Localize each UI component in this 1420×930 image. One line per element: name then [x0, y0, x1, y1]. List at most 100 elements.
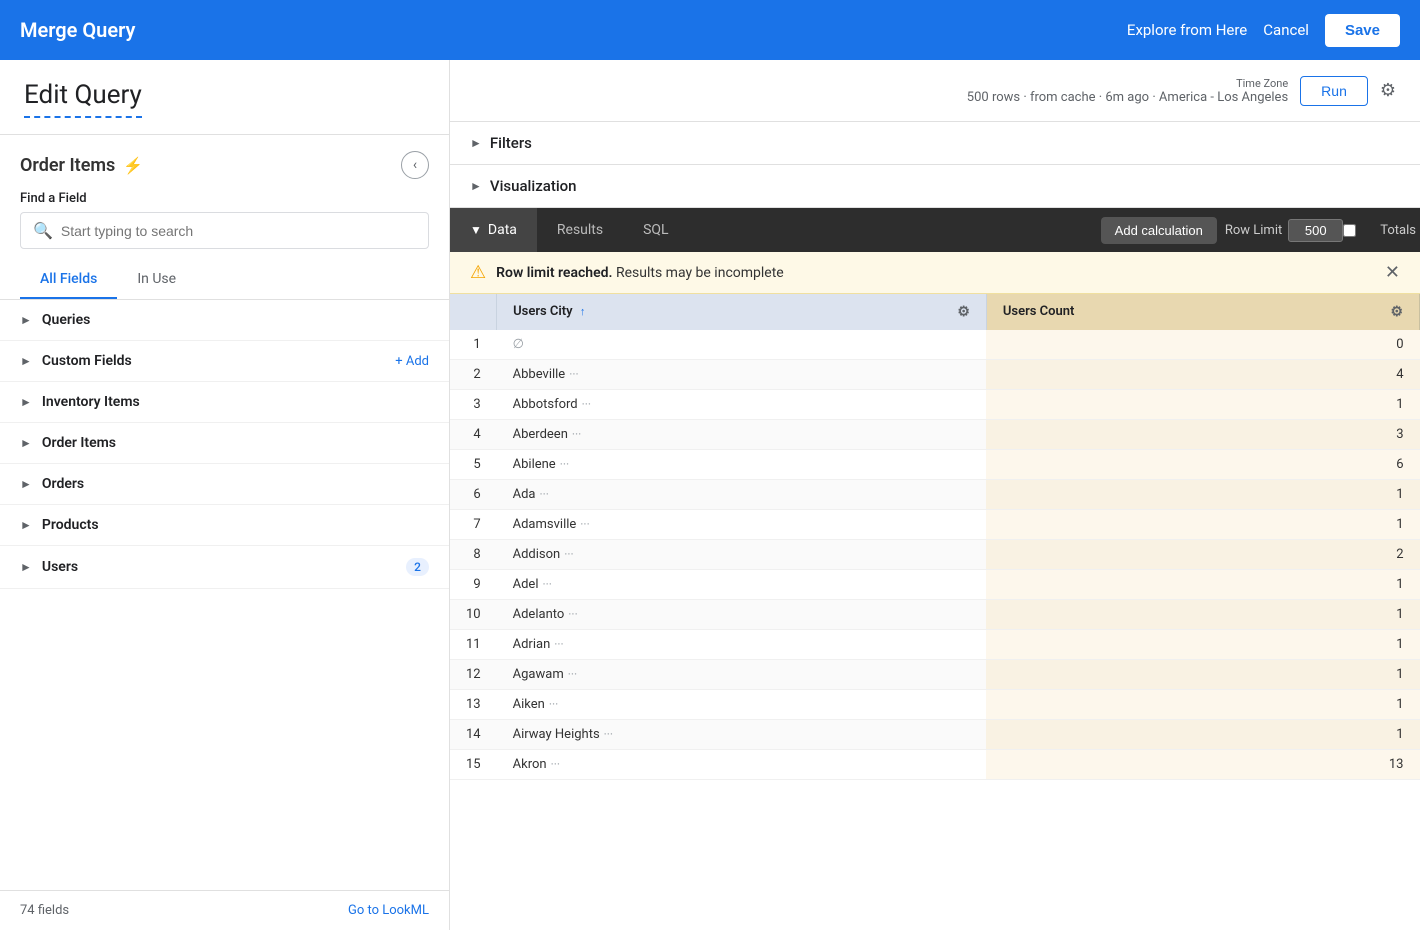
order-items-label: Order Items: [20, 155, 115, 176]
chevron-right-icon: ►: [470, 136, 482, 150]
tab-in-use[interactable]: In Use: [117, 261, 196, 299]
add-calculation-button[interactable]: Add calculation: [1101, 217, 1217, 244]
more-options-icon[interactable]: ···: [554, 637, 563, 651]
city-cell: ∅: [497, 330, 987, 360]
field-group-queries[interactable]: ► Queries: [0, 300, 449, 341]
tab-data[interactable]: ▼ Data: [450, 208, 537, 252]
explore-from-here-button[interactable]: Explore from Here: [1127, 21, 1247, 39]
row-number: 3: [450, 390, 497, 420]
back-button[interactable]: ‹: [401, 151, 429, 179]
flash-icon: ⚡: [123, 156, 143, 175]
warning-icon: ⚠: [470, 262, 486, 283]
more-options-icon[interactable]: ···: [560, 457, 569, 471]
group-name-inventory-items: Inventory Items: [42, 394, 140, 410]
city-cell: Akron···: [497, 750, 987, 780]
field-group-users[interactable]: ► Users 2: [0, 546, 449, 589]
run-button[interactable]: Run: [1300, 76, 1368, 106]
more-options-icon[interactable]: ···: [540, 487, 549, 501]
row-number: 13: [450, 690, 497, 720]
field-group-custom-fields[interactable]: ► Custom Fields + Add: [0, 341, 449, 382]
count-column-settings-icon[interactable]: ⚙: [1390, 304, 1403, 320]
tab-all-fields[interactable]: All Fields: [20, 261, 117, 299]
table-row: 5Abilene···6: [450, 450, 1420, 480]
more-options-icon[interactable]: ···: [569, 367, 578, 381]
count-cell: 2: [986, 540, 1419, 570]
table-row: 3Abbotsford···1: [450, 390, 1420, 420]
city-column-settings-icon[interactable]: ⚙: [957, 304, 970, 320]
warning-banner: ⚠ Row limit reached. Results may be inco…: [450, 252, 1420, 294]
warning-detail: Results may be incomplete: [616, 265, 784, 281]
search-input[interactable]: [61, 223, 416, 239]
row-number: 8: [450, 540, 497, 570]
search-box: 🔍: [20, 212, 429, 249]
count-cell: 1: [986, 570, 1419, 600]
count-column-header[interactable]: Users Count ⚙: [986, 294, 1419, 330]
field-group-inventory-items[interactable]: ► Inventory Items: [0, 382, 449, 423]
chevron-right-icon: ►: [20, 313, 32, 327]
more-options-icon[interactable]: ···: [543, 577, 552, 591]
table-row: 13Aiken···1: [450, 690, 1420, 720]
add-custom-field-link[interactable]: + Add: [395, 354, 429, 369]
more-options-icon[interactable]: ···: [568, 667, 577, 681]
field-group-orders[interactable]: ► Orders: [0, 464, 449, 505]
count-cell: 13: [986, 750, 1419, 780]
tab-results[interactable]: Results: [537, 208, 623, 252]
field-group-products[interactable]: ► Products: [0, 505, 449, 546]
more-options-icon[interactable]: ···: [568, 607, 577, 621]
city-cell: Adel···: [497, 570, 987, 600]
chevron-right-icon: ►: [470, 179, 482, 193]
go-lookml-link[interactable]: Go to LookML: [348, 903, 429, 918]
more-options-icon[interactable]: ···: [551, 757, 560, 771]
table-row: 10Adelanto···1: [450, 600, 1420, 630]
row-number: 10: [450, 600, 497, 630]
table-row: 6Ada···1: [450, 480, 1420, 510]
query-stats: 500 rows · from cache · 6m ago · America…: [967, 90, 1288, 105]
more-options-icon[interactable]: ···: [604, 727, 613, 741]
city-column-header[interactable]: Users City ↑ ⚙: [497, 294, 987, 330]
table-row: 15Akron···13: [450, 750, 1420, 780]
city-cell: Addison···: [497, 540, 987, 570]
row-number: 1: [450, 330, 497, 360]
count-cell: 1: [986, 630, 1419, 660]
more-options-icon[interactable]: ···: [580, 517, 589, 531]
row-limit-input[interactable]: [1288, 219, 1343, 242]
visualization-section[interactable]: ► Visualization: [450, 165, 1420, 208]
count-cell: 4: [986, 360, 1419, 390]
settings-icon[interactable]: ⚙: [1380, 80, 1396, 101]
users-badge: 2: [406, 558, 429, 576]
table-row: 4Aberdeen···3: [450, 420, 1420, 450]
save-button[interactable]: Save: [1325, 14, 1400, 47]
count-cell: 1: [986, 600, 1419, 630]
count-cell: 1: [986, 510, 1419, 540]
table-row: 14Airway Heights···1: [450, 720, 1420, 750]
warning-bold: Row limit reached.: [496, 265, 612, 281]
count-cell: 6: [986, 450, 1419, 480]
chevron-down-icon: ▼: [470, 223, 482, 237]
totals-checkbox[interactable]: [1343, 224, 1356, 237]
edit-query-header: Edit Query: [0, 60, 449, 135]
edit-query-title: Edit Query: [24, 80, 142, 118]
more-options-icon[interactable]: ···: [549, 697, 558, 711]
close-warning-button[interactable]: ✕: [1385, 262, 1400, 283]
count-cell: 0: [986, 330, 1419, 360]
group-name-order-items: Order Items: [42, 435, 116, 451]
visualization-label: Visualization: [490, 177, 577, 195]
row-number: 9: [450, 570, 497, 600]
app-title: Merge Query: [20, 18, 135, 42]
more-options-icon[interactable]: ···: [582, 397, 591, 411]
left-panel: Edit Query Order Items ⚡ ‹ Find a Field …: [0, 60, 450, 930]
chevron-right-icon: ►: [20, 436, 32, 450]
filters-section[interactable]: ► Filters: [450, 122, 1420, 165]
chevron-right-icon: ►: [20, 477, 32, 491]
field-group-order-items[interactable]: ► Order Items: [0, 423, 449, 464]
row-number: 12: [450, 660, 497, 690]
more-options-icon[interactable]: ···: [564, 547, 573, 561]
more-options-icon[interactable]: ···: [572, 427, 581, 441]
results-table: Users City ↑ ⚙ Users Count ⚙ 1∅02Abbevil…: [450, 294, 1420, 780]
tab-sql[interactable]: SQL: [623, 208, 688, 252]
city-cell: Aberdeen···: [497, 420, 987, 450]
row-number: 5: [450, 450, 497, 480]
count-cell: 3: [986, 420, 1419, 450]
table-row: 12Agawam···1: [450, 660, 1420, 690]
cancel-button[interactable]: Cancel: [1263, 21, 1309, 39]
